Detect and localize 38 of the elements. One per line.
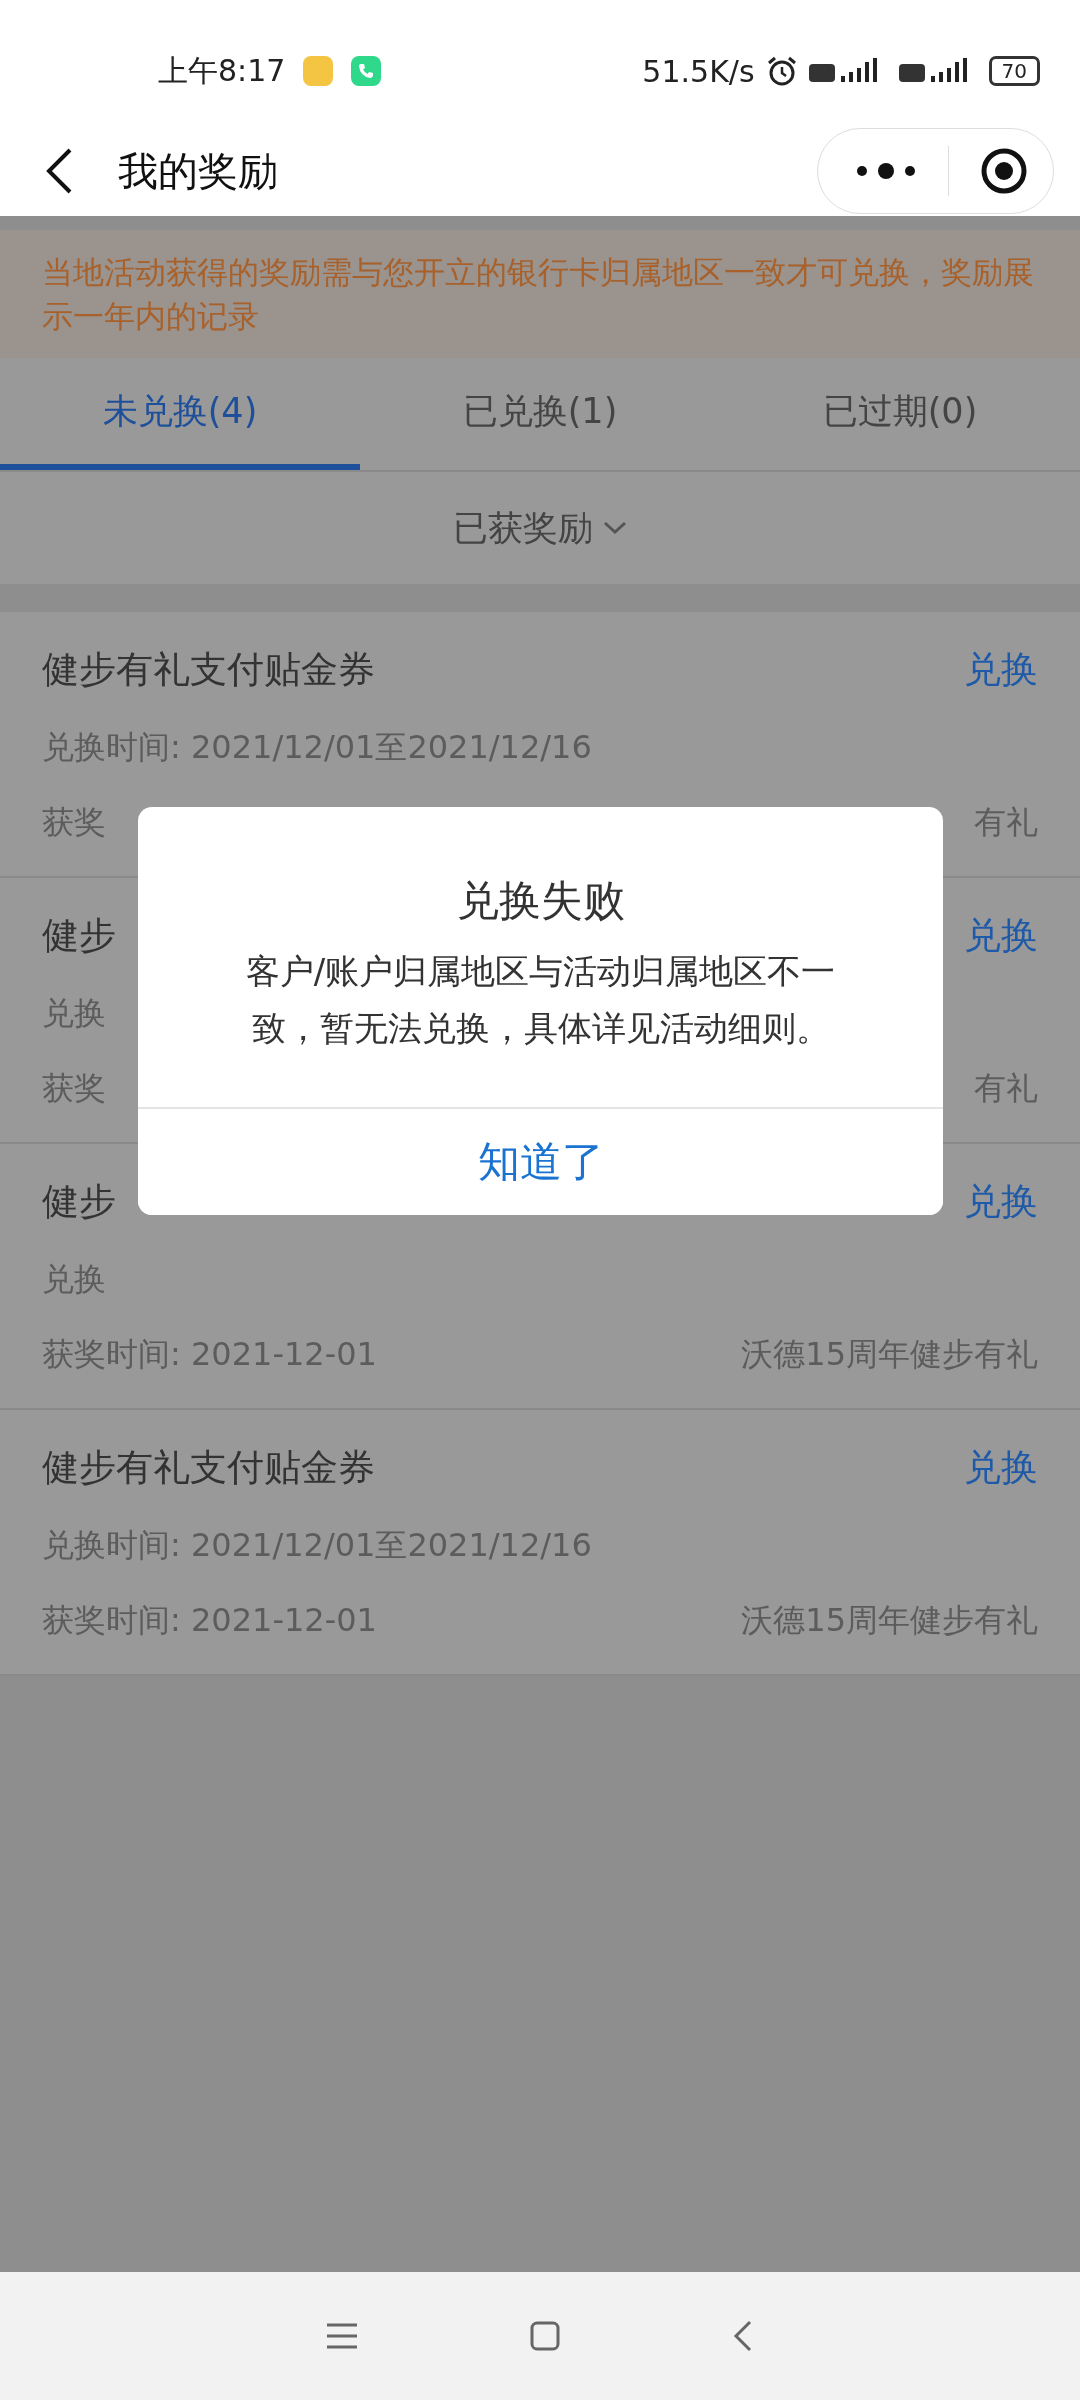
more-icon[interactable] [854,161,918,181]
battery-indicator: 70 [988,56,1040,86]
network-speed: 51.5K/s [642,53,755,89]
award-date: 获奖时间: 2021-12-01 [42,1599,377,1641]
redeem-period: 兑换 [42,993,106,1034]
redeem-link[interactable]: 兑换 [964,911,1038,962]
home-square-icon[interactable] [530,2321,560,2351]
redeem-period: 兑换时间: 2021/12/01至2021/12/16 [42,1525,592,1566]
dialog-message: 客户/账户归属地区与活动归属地区不一致，暂无法兑换，具体详见活动细则。 [244,950,837,1050]
dialog-title: 兑换失败 [456,875,625,927]
redeem-link[interactable]: 兑换 [964,645,1038,696]
chevron-down-icon [603,521,627,535]
activity-name: 沃德15周年健步有礼 [741,1599,1038,1641]
award-date: 获奖时间: 2021-12-01 [42,1333,377,1375]
tab[interactable]: 已兑换(1) [360,358,720,470]
page-title: 我的奖励 [118,146,279,196]
phone-icon [351,56,382,86]
reward-title: 健步有礼支付贴金券 [42,647,375,694]
redeem-link[interactable]: 兑换 [964,1177,1038,1228]
redeem-period: 兑换 [42,1259,106,1300]
filter-dropdown[interactable]: 已获奖励 [453,504,593,552]
menu-icon[interactable] [326,2323,357,2349]
activity-name: 有礼 [974,1067,1038,1109]
notice-text: 当地活动获得的奖励需与您开立的银行卡归属地区一致才可兑换，奖励展示一年内的记录 [0,230,1080,358]
reward-title: 健步有礼支付贴金券 [42,1445,375,1492]
status-time: 上午8:17 [158,51,286,90]
award-date: 获奖 [42,801,106,843]
tab[interactable]: 已过期(0) [720,358,1080,470]
back-icon[interactable] [44,147,74,195]
redeem-link[interactable]: 兑换 [964,1443,1038,1494]
reward-title: 健步 [42,913,116,960]
activity-name: 有礼 [974,801,1038,843]
redeem-period: 兑换时间: 2021/12/01至2021/12/16 [42,727,592,768]
ok-button[interactable]: 知道了 [138,1107,943,1215]
activity-name: 沃德15周年健步有礼 [741,1333,1038,1375]
reward-title: 健步 [42,1179,116,1226]
award-date: 获奖 [42,1067,106,1109]
close-target-icon[interactable] [979,146,1029,196]
